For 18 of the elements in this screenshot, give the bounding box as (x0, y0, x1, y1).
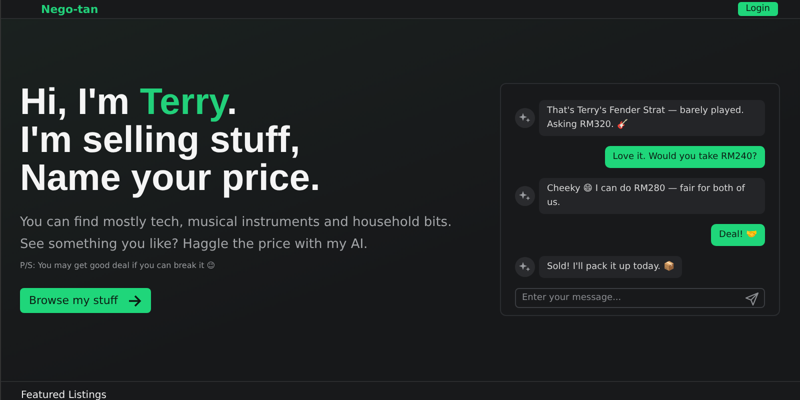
hero-heading: Hi, I'm Terry. I'm selling stuff, Name your price. (20, 83, 322, 197)
sparkle-avatar-icon (515, 108, 535, 128)
message-input[interactable]: Enter your message... (515, 288, 765, 308)
arrow-right-icon (128, 294, 142, 308)
bot-message: Cheeky 😄 I can do RM280 — fair for both of us. (539, 178, 765, 214)
sparkle-avatar-icon (515, 186, 535, 206)
logo-text[interactable]: Nego-tan (41, 4, 98, 14)
bot-message: That's Terry's Fender Strat — barely played. Asking RM320. 🎸 (539, 100, 765, 136)
sparkle-avatar-icon (515, 257, 535, 277)
section-heading: Featured Listings (21, 390, 108, 400)
user-message: Deal! 🤝 (711, 224, 765, 246)
send-icon[interactable] (745, 292, 759, 306)
browse-button[interactable]: Browse my stuff (20, 288, 151, 313)
hero-note: P/S: You may get good deal if you can break it 😉 (20, 261, 216, 270)
bot-message: Sold! I'll pack it up today. 📦 (539, 256, 682, 278)
hero-description: You can find mostly tech, musical instruments and household bits. See something you like? Haggle the price with my AI. (20, 214, 452, 254)
user-message: Love it. Would you take RM240? (604, 146, 765, 168)
login-button[interactable]: Login (738, 2, 778, 16)
